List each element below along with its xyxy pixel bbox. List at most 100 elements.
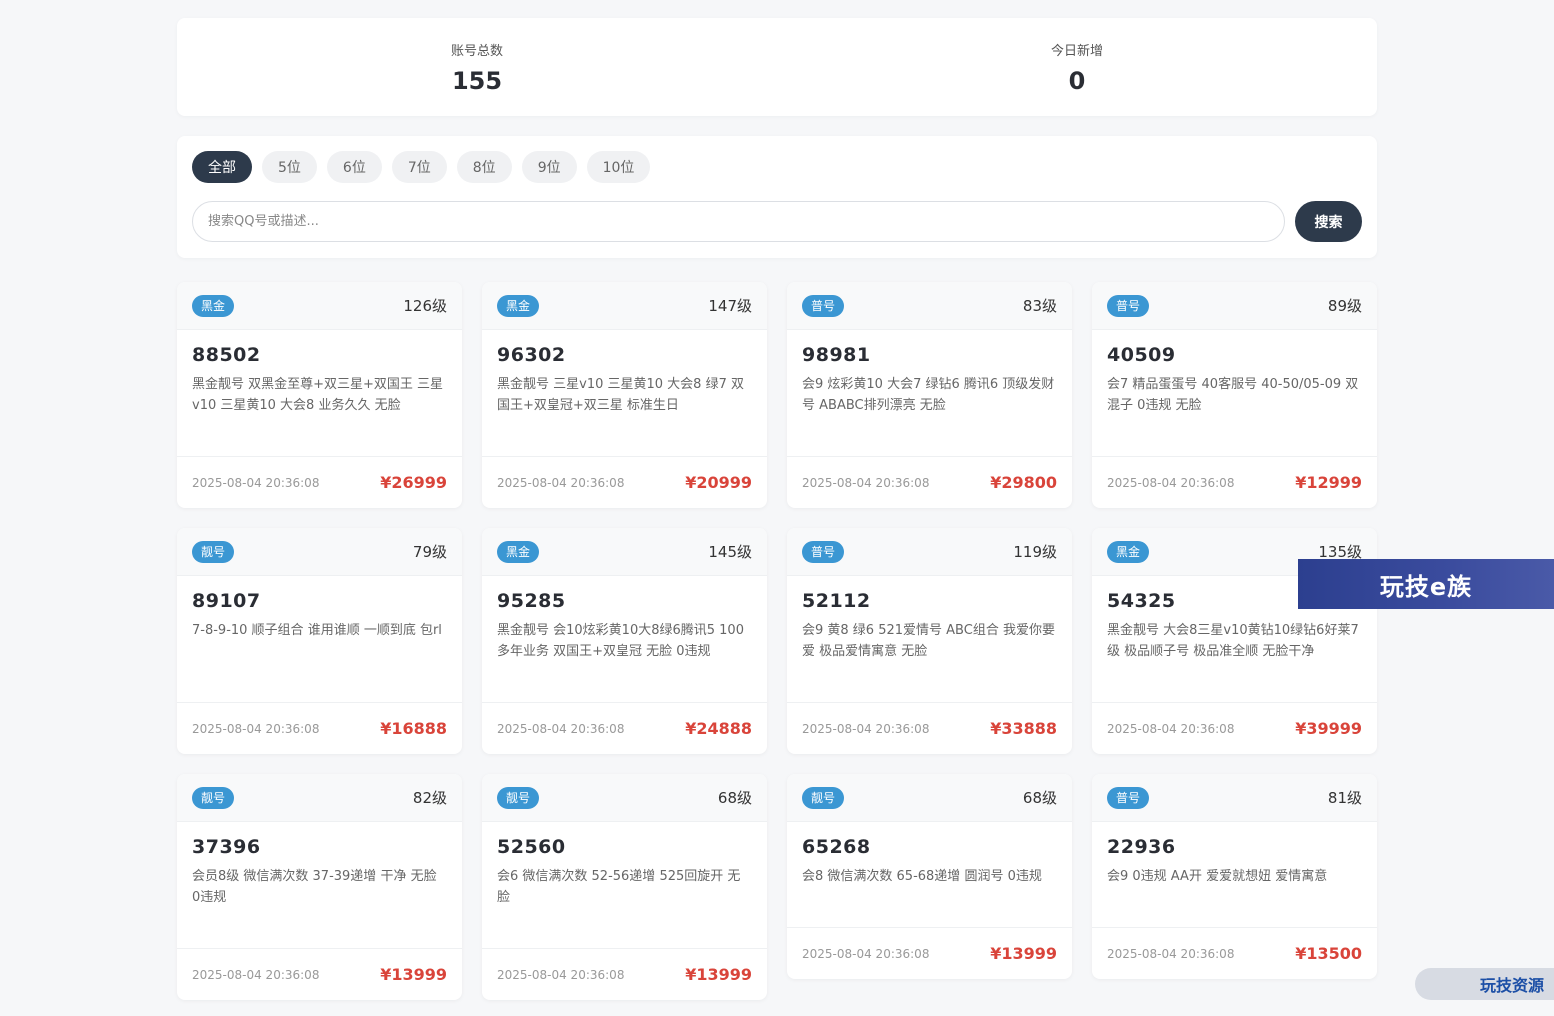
card-footer: 2025-08-04 20:36:08 ¥13500 (1092, 927, 1377, 979)
price: ¥29800 (990, 473, 1057, 492)
stat-today-label: 今日新增 (1050, 44, 1103, 59)
category-badge: 普号 (802, 294, 845, 317)
account-description: 黑金靓号 会10炫彩黄10大8绿6腾讯5 100多年业务 双国王+双皇冠 无脸 … (497, 623, 744, 659)
card-body: 40509 会7 精品蛋蛋号 40客服号 40-50/05-09 双混子 0违规 … (1092, 330, 1377, 456)
card-header: 黑金 145级 (482, 528, 767, 576)
search-button[interactable]: 搜索 (1295, 201, 1362, 242)
card-footer: 2025-08-04 20:36:08 ¥29800 (787, 456, 1072, 508)
listing-time: 2025-08-04 20:36:08 (1107, 721, 1235, 736)
account-card[interactable]: 靓号 68级 52560 会6 微信满次数 52-56递增 525回旋开 无脸 2025… (482, 774, 767, 1000)
category-badge: 黑金 (1107, 540, 1150, 563)
account-description: 会9 黄8 绿6 521爱情号 ABC组合 我爱你要爱 极品爱情寓意 无脸 (802, 623, 1055, 659)
stat-today: 今日新增 0 (777, 18, 1377, 116)
tab-all[interactable]: 全部 (192, 151, 252, 183)
card-footer: 2025-08-04 20:36:08 ¥20999 (482, 456, 767, 508)
account-level: 89级 (1327, 297, 1362, 315)
price: ¥26999 (380, 473, 447, 492)
tab-9-digit[interactable]: 9位 (521, 151, 577, 183)
card-body: 95285 黑金靓号 会10炫彩黄10大8绿6腾讯5 100多年业务 双国王+双皇… (482, 576, 767, 702)
account-description: 会8 微信满次数 65-68递增 圆润号 0违规 (802, 869, 1042, 884)
account-level: 119级 (1013, 543, 1057, 561)
tab-6-digit[interactable]: 6位 (326, 151, 382, 183)
price: ¥12999 (1295, 473, 1362, 492)
account-card[interactable]: 靓号 68级 65268 会8 微信满次数 65-68递增 圆润号 0违规 2025-0… (787, 774, 1072, 979)
page-container: 账号总数 155 今日新增 0 全部 5位 6位 7位 8位 9位 10位 搜索… (177, 18, 1377, 1000)
tab-8-digit[interactable]: 8位 (456, 151, 512, 183)
account-card[interactable]: 普号 83级 98981 会9 炫彩黄10 大会7 绿钻6 腾讯6 顶级发财号 ABA… (787, 282, 1072, 508)
price: ¥13500 (1295, 944, 1362, 963)
account-card[interactable]: 靓号 82级 37396 会员8级 微信满次数 37-39递增 干净 无脸 0违规 20… (177, 774, 462, 1000)
card-body: 22936 会9 0违规 AA开 爱爱就想妞 爱情寓意 (1092, 822, 1377, 927)
account-card[interactable]: 靓号 79级 89107 7-8-9-10 顺子组合 谁用谁顺 一顺到底 包rl 202… (177, 528, 462, 754)
stat-today-value: 0 (1068, 67, 1086, 95)
account-level: 145级 (708, 543, 752, 561)
card-body: 52112 会9 黄8 绿6 521爱情号 ABC组合 我爱你要爱 极品爱情寓意 … (787, 576, 1072, 702)
card-footer: 2025-08-04 20:36:08 ¥26999 (177, 456, 462, 508)
tab-5-digit[interactable]: 5位 (262, 151, 317, 183)
card-footer: 2025-08-04 20:36:08 ¥39999 (1092, 702, 1377, 754)
listing-time: 2025-08-04 20:36:08 (497, 967, 625, 982)
card-header: 普号 89级 (1092, 282, 1377, 330)
tab-7-digit[interactable]: 7位 (391, 151, 447, 183)
card-footer: 2025-08-04 20:36:08 ¥12999 (1092, 456, 1377, 508)
account-description: 黑金靓号 大会8三星v10黄钻10绿钻6好莱7级 极品顺子号 极品准全顺 无脸干… (1107, 623, 1359, 659)
watermark-banner: 玩技e族 (1298, 559, 1554, 609)
category-badge: 靓号 (802, 786, 845, 809)
search-input[interactable] (192, 201, 1285, 242)
listing-time: 2025-08-04 20:36:08 (802, 475, 930, 490)
account-description: 会9 炫彩黄10 大会7 绿钻6 腾讯6 顶级发财号 ABABC排列漂亮 无脸 (802, 377, 1055, 413)
account-description: 会员8级 微信满次数 37-39递增 干净 无脸 0违规 (192, 869, 437, 905)
price: ¥13999 (380, 965, 447, 984)
category-badge: 黑金 (497, 540, 540, 563)
listing-time: 2025-08-04 20:36:08 (497, 475, 625, 490)
category-badge: 靓号 (497, 786, 540, 809)
qq-number: 89107 (192, 590, 261, 612)
tab-10-digit[interactable]: 10位 (586, 151, 651, 183)
card-footer: 2025-08-04 20:36:08 ¥24888 (482, 702, 767, 754)
account-level: 68级 (1022, 789, 1057, 807)
account-description: 7-8-9-10 顺子组合 谁用谁顺 一顺到底 包rl (192, 623, 442, 638)
qq-number: 88502 (192, 344, 261, 366)
qq-number: 52112 (802, 590, 871, 612)
card-footer: 2025-08-04 20:36:08 ¥33888 (787, 702, 1072, 754)
stat-total-value: 155 (451, 67, 503, 95)
card-header: 普号 83级 (787, 282, 1072, 330)
card-footer: 2025-08-04 20:36:08 ¥13999 (787, 927, 1072, 979)
card-body: 37396 会员8级 微信满次数 37-39递增 干净 无脸 0违规 (177, 822, 462, 948)
card-header: 普号 119级 (787, 528, 1072, 576)
category-badge: 靓号 (192, 540, 235, 563)
card-header: 靓号 82级 (177, 774, 462, 822)
card-header: 靓号 68级 (482, 774, 767, 822)
watermark-tag: 玩技资源 (1415, 968, 1554, 1000)
listing-time: 2025-08-04 20:36:08 (802, 946, 930, 961)
qq-number: 52560 (497, 836, 566, 858)
card-header: 普号 81级 (1092, 774, 1377, 822)
card-header: 黑金 126级 (177, 282, 462, 330)
qq-number: 22936 (1107, 836, 1176, 858)
price: ¥39999 (1295, 719, 1362, 738)
account-level: 79级 (412, 543, 447, 561)
account-card[interactable]: 普号 119级 52112 会9 黄8 绿6 521爱情号 ABC组合 我爱你要爱 极… (787, 528, 1072, 754)
filter-panel: 全部 5位 6位 7位 8位 9位 10位 搜索 (177, 136, 1377, 258)
account-card[interactable]: 黑金 126级 88502 黑金靓号 双黑金至尊+双三星+双国王 三星v10 三星黄1… (177, 282, 462, 508)
length-filter-tabs: 全部 5位 6位 7位 8位 9位 10位 (192, 151, 1362, 183)
stat-total-label: 账号总数 (450, 44, 503, 59)
account-card[interactable]: 普号 89级 40509 会7 精品蛋蛋号 40客服号 40-50/05-09 双混子… (1092, 282, 1377, 508)
account-description: 黑金靓号 三星v10 三星黄10 大会8 绿7 双国王+双皇冠+双三星 标准生日 (497, 377, 744, 413)
listing-time: 2025-08-04 20:36:08 (192, 967, 320, 982)
category-badge: 靓号 (192, 786, 235, 809)
card-header: 靓号 68级 (787, 774, 1072, 822)
category-badge: 黑金 (497, 294, 540, 317)
card-body: 96302 黑金靓号 三星v10 三星黄10 大会8 绿7 双国王+双皇冠+双三星… (482, 330, 767, 456)
account-card[interactable]: 普号 81级 22936 会9 0违规 AA开 爱爱就想妞 爱情寓意 2025-08-0… (1092, 774, 1377, 979)
qq-number: 37396 (192, 836, 261, 858)
card-header: 靓号 79级 (177, 528, 462, 576)
stat-total: 账号总数 155 (177, 18, 777, 116)
category-badge: 普号 (1107, 294, 1150, 317)
account-card[interactable]: 黑金 147级 96302 黑金靓号 三星v10 三星黄10 大会8 绿7 双国王+双… (482, 282, 767, 508)
card-body: 65268 会8 微信满次数 65-68递增 圆润号 0违规 (787, 822, 1072, 927)
card-body: 89107 7-8-9-10 顺子组合 谁用谁顺 一顺到底 包rl (177, 576, 462, 702)
account-level: 147级 (708, 297, 752, 315)
account-card[interactable]: 黑金 145级 95285 黑金靓号 会10炫彩黄10大8绿6腾讯5 100多年业务 … (482, 528, 767, 754)
qq-number: 98981 (802, 344, 871, 366)
